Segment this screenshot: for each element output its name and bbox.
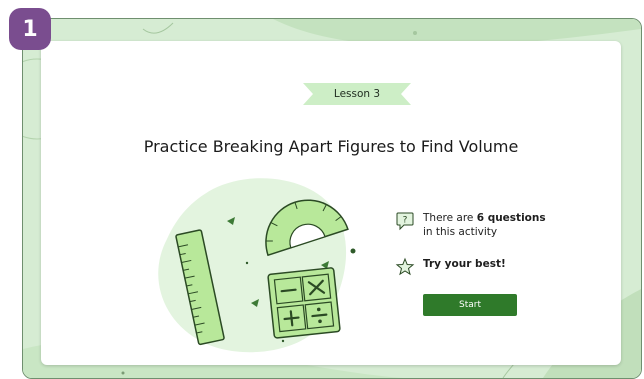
question-count-value: 6 questions <box>476 212 546 224</box>
math-tools-illustration <box>158 178 356 353</box>
question-count-row: ? There are 6 questions in this activity <box>395 211 546 239</box>
step-number-badge: 1 <box>9 8 51 50</box>
encouragement-row: Try your best! <box>395 257 506 277</box>
svg-text:?: ? <box>403 216 408 226</box>
encouragement-text: Try your best! <box>423 258 506 270</box>
start-button[interactable]: Start <box>423 294 517 316</box>
activity-title: Practice Breaking Apart Figures to Find … <box>143 137 519 156</box>
lesson-tag: Lesson 3 <box>303 83 411 105</box>
calculator-icon <box>267 267 341 339</box>
star-icon <box>395 257 415 276</box>
activity-card: Lesson 3 Practice Breaking Apart Figures… <box>41 41 621 365</box>
activity-frame: Lesson 3 Practice Breaking Apart Figures… <box>22 18 642 379</box>
lesson-label: Lesson 3 <box>333 88 381 100</box>
question-count-prefix: There are <box>423 212 477 224</box>
question-count-text: There are 6 questions in this activity <box>423 211 546 239</box>
question-count-suffix: in this activity <box>423 226 498 238</box>
question-bubble-icon: ? <box>396 212 414 231</box>
